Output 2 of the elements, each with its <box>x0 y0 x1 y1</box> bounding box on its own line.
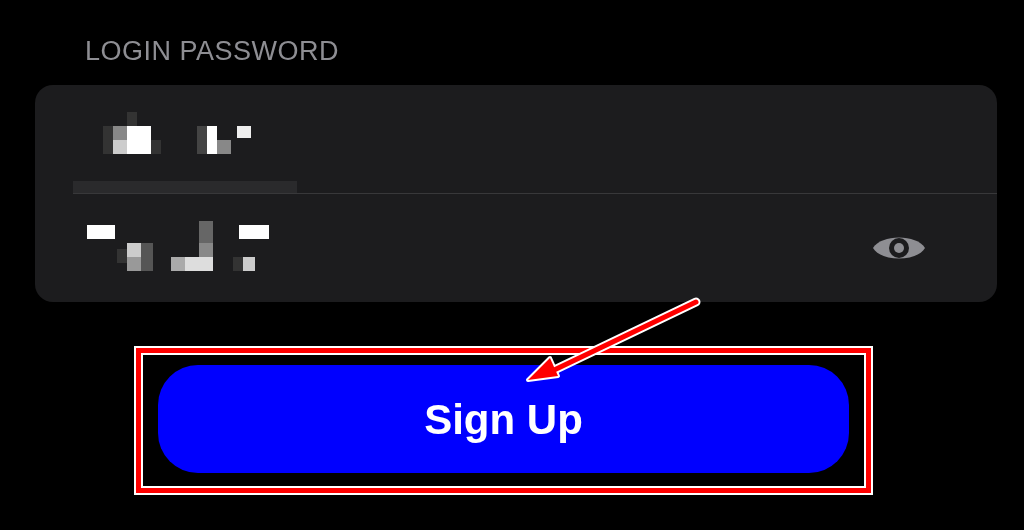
section-label: LOGIN PASSWORD <box>85 35 341 68</box>
sign-up-button[interactable]: Sign Up <box>158 365 849 473</box>
